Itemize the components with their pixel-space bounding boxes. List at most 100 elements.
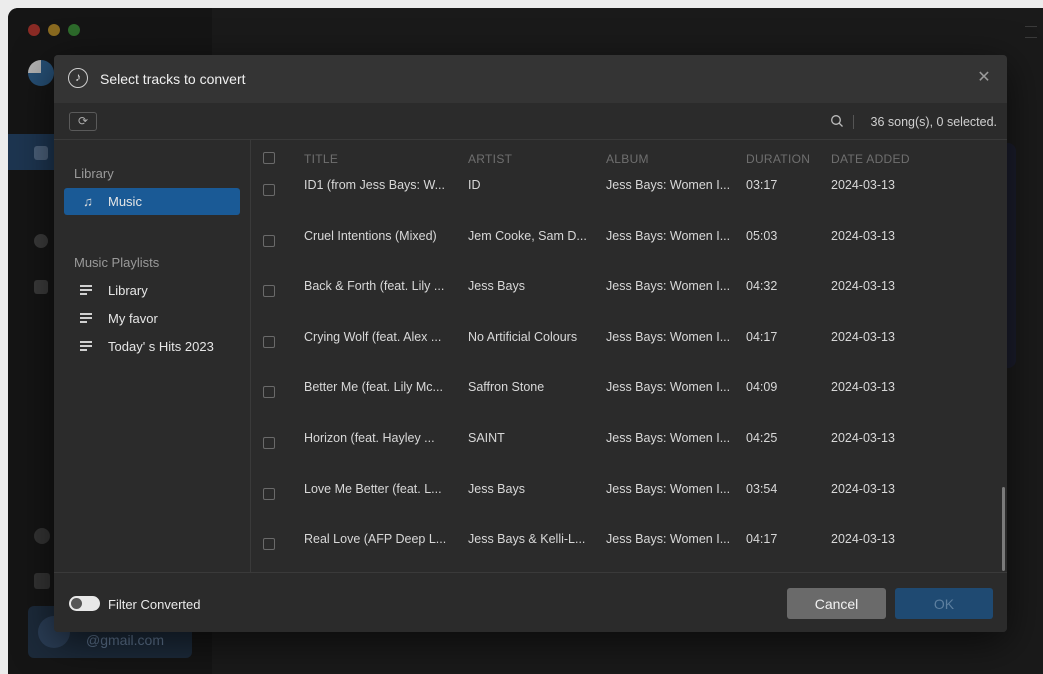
cell-title: Better Me (feat. Lily Mc... <box>304 380 443 395</box>
row-checkbox[interactable] <box>263 234 275 247</box>
sidebar-item-label: Music <box>108 194 142 209</box>
cell-date-added: 2024-03-13 <box>831 279 895 294</box>
cell-artist: Jem Cooke, Sam D... <box>468 228 587 243</box>
table-row[interactable]: ID1 (from Jess Bays: W... ID Jess Bays: Wo… <box>251 178 999 228</box>
settings-icon <box>34 528 50 544</box>
menu-icon <box>1025 26 1037 38</box>
cell-date-added: 2024-03-13 <box>831 380 895 395</box>
cell-album: Jess Bays: Women I... <box>606 329 731 344</box>
window-zoom-button[interactable] <box>68 24 80 36</box>
table-scrollbar[interactable] <box>999 140 1005 572</box>
cell-artist: Jess Bays <box>468 481 525 496</box>
refresh-button[interactable]: ⟳ <box>69 112 97 131</box>
cell-artist: Jess Bays & Kelli-L... <box>468 532 586 547</box>
dialog-title: Select tracks to convert <box>100 71 246 87</box>
cell-duration: 04:32 <box>746 279 778 294</box>
cell-title: Back & Forth (feat. Lily ... <box>304 279 445 294</box>
cell-artist: ID <box>468 178 481 192</box>
cell-date-added: 2024-03-13 <box>831 228 895 243</box>
cell-album: Jess Bays: Women I... <box>606 228 731 243</box>
scrollbar-thumb[interactable] <box>1002 487 1005 571</box>
playlists-section-label: Music Playlists <box>74 255 160 270</box>
column-header-artist[interactable]: ARTIST <box>468 152 512 166</box>
filter-converted-toggle[interactable] <box>69 596 100 611</box>
cell-artist: Saffron Stone <box>468 380 545 395</box>
cell-date-added: 2024-03-13 <box>831 532 895 547</box>
playlist-icon <box>80 285 94 296</box>
column-header-title[interactable]: TITLE <box>304 152 338 166</box>
tracks-table: TITLE ARTIST ALBUM DURATION DATE ADDED I… <box>251 140 1007 572</box>
cell-title: Love Me Better (feat. L... <box>304 481 442 496</box>
cell-album: Jess Bays: Women I... <box>606 431 731 445</box>
row-checkbox[interactable] <box>263 487 275 500</box>
cell-duration: 04:17 <box>746 532 778 547</box>
cell-album: Jess Bays: Women I... <box>606 380 731 395</box>
table-row[interactable]: Real Love (AFP Deep L... Jess Bays & Kell… <box>251 532 999 572</box>
cancel-button[interactable]: Cancel <box>787 588 886 619</box>
home-icon <box>34 146 48 160</box>
playlist-icon <box>80 341 94 352</box>
toggle-knob <box>71 598 82 609</box>
column-header-album[interactable]: ALBUM <box>606 152 649 166</box>
library-section-label: Library <box>74 166 114 181</box>
cell-album: Jess Bays: Women I... <box>606 481 731 496</box>
toolbox-icon <box>34 280 48 294</box>
sidebar-item-playlist-my-favor[interactable]: My favor <box>64 305 240 332</box>
sidebar-item-label: Today' s Hits 2023 <box>108 339 214 354</box>
song-count: 36 song(s), 0 selected. <box>870 115 997 129</box>
cell-date-added: 2024-03-13 <box>831 178 895 192</box>
close-icon: ✕ <box>977 69 991 86</box>
table-row[interactable]: Back & Forth (feat. Lily ... Jess Bays Jes… <box>251 279 999 329</box>
sidebar-item-playlist-library[interactable]: Library <box>64 277 240 304</box>
row-checkbox[interactable] <box>263 386 275 399</box>
cell-duration: 03:17 <box>746 178 778 192</box>
cell-artist: SAINT <box>468 431 505 445</box>
cell-date-added: 2024-03-13 <box>831 431 895 445</box>
account-email: @gmail.com <box>86 632 165 648</box>
table-row[interactable]: Love Me Better (feat. L... Jess Bays Jess … <box>251 482 999 532</box>
row-checkbox[interactable] <box>263 437 275 449</box>
sidebar-item-label: Library <box>108 283 148 298</box>
cell-duration: 05:03 <box>746 228 778 243</box>
table-row[interactable]: Crying Wolf (feat. Alex ... No Artificial… <box>251 330 999 380</box>
row-checkbox[interactable] <box>263 335 275 348</box>
filter-converted-label: Filter Converted <box>108 597 201 612</box>
refresh-icon: ⟳ <box>77 114 89 128</box>
cell-album: Jess Bays: Women I... <box>606 532 731 547</box>
row-checkbox[interactable] <box>263 184 275 196</box>
cell-title: Real Love (AFP Deep L... <box>304 532 447 547</box>
close-button[interactable]: ✕ <box>975 69 993 87</box>
cell-date-added: 2024-03-13 <box>831 329 895 344</box>
sidebar-item-music[interactable]: ♫ Music <box>64 188 240 215</box>
row-checkbox[interactable] <box>263 538 275 551</box>
search-icon[interactable] <box>830 114 844 128</box>
table-row[interactable]: Cruel Intentions (Mixed) Jem Cooke, Sam D… <box>251 229 999 279</box>
select-tracks-dialog: ♪ Select tracks to convert ✕ ⟳ 36 song(s… <box>54 55 1007 632</box>
cell-album: Jess Bays: Women I... <box>606 178 731 192</box>
table-row[interactable]: Horizon (feat. Hayley ... SAINT Jess Bays:… <box>251 431 999 481</box>
cell-title: Cruel Intentions (Mixed) <box>304 228 437 243</box>
row-checkbox[interactable] <box>263 285 275 298</box>
cell-duration: 04:25 <box>746 431 778 445</box>
dialog-header: ♪ Select tracks to convert ✕ <box>54 55 1007 103</box>
select-all-checkbox[interactable] <box>263 152 275 164</box>
window-close-button[interactable] <box>28 24 40 36</box>
music-note-circle-icon: ♪ <box>68 68 88 88</box>
cell-title: Crying Wolf (feat. Alex ... <box>304 329 442 344</box>
window-minimize-button[interactable] <box>48 24 60 36</box>
sidebar-item-label: My favor <box>108 311 158 326</box>
cell-duration: 04:09 <box>746 380 778 395</box>
clock-icon <box>34 234 48 248</box>
cell-duration: 03:54 <box>746 481 778 496</box>
column-header-duration[interactable]: DURATION <box>746 152 810 166</box>
cell-artist: Jess Bays <box>468 279 525 294</box>
ok-button[interactable]: OK <box>895 588 993 619</box>
cell-album: Jess Bays: Women I... <box>606 279 731 294</box>
column-header-date-added[interactable]: DATE ADDED <box>831 152 910 166</box>
toolbar-divider <box>853 115 854 129</box>
app-logo <box>28 60 54 86</box>
cell-title: ID1 (from Jess Bays: W... <box>304 178 445 192</box>
table-row[interactable]: Better Me (feat. Lily Mc... Saffron Stone… <box>251 380 999 430</box>
cell-artist: No Artificial Colours <box>468 329 578 344</box>
sidebar-item-playlist-todays-hits[interactable]: Today' s Hits 2023 <box>64 333 240 360</box>
